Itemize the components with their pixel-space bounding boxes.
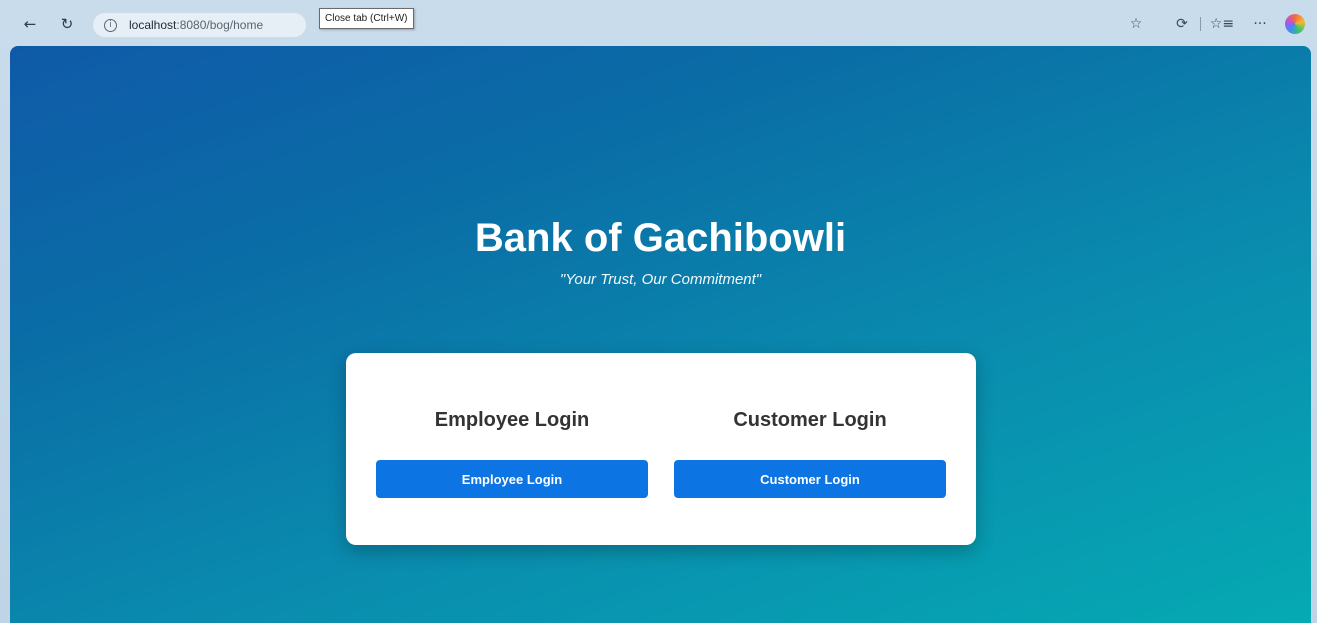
login-card: Employee Login Employee Login Customer L… [346, 353, 976, 545]
back-arrow-icon[interactable]: ← [20, 14, 40, 34]
browser-window: ← ↻ i localhost:8080/bog/home Close tab … [0, 0, 1317, 623]
info-icon[interactable]: i [104, 18, 117, 32]
customer-login-button[interactable]: Customer Login [674, 460, 946, 498]
hero-section: Bank of Gachibowli "Your Trust, Our Comm… [10, 216, 1311, 288]
toolbar-divider [1200, 17, 1201, 31]
customer-login-heading: Customer Login [733, 409, 887, 431]
favorites-icon[interactable]: ☆≡ [1210, 14, 1234, 34]
page-title: Bank of Gachibowli [474, 216, 847, 260]
url-path: :8080/bog/home [176, 18, 264, 32]
more-icon[interactable]: ··· [1250, 14, 1270, 34]
employee-login-heading: Employee Login [434, 409, 590, 431]
star-icon[interactable]: ☆ [1126, 14, 1146, 34]
url-text[interactable]: localhost:8080/bog/home [129, 18, 263, 32]
customer-login-section: Customer Login Customer Login [674, 353, 946, 545]
address-bar[interactable]: i localhost:8080/bog/home [93, 13, 306, 37]
url-host: localhost [129, 18, 177, 32]
employee-login-section: Employee Login Employee Login [376, 353, 648, 545]
copilot-icon[interactable] [1285, 14, 1305, 34]
refresh-icon[interactable]: ↻ [57, 14, 77, 34]
close-tab-tooltip: Close tab (Ctrl+W) [319, 8, 414, 29]
browser-toolbar: ← ↻ i localhost:8080/bog/home Close tab … [0, 0, 1317, 46]
employee-login-button[interactable]: Employee Login [376, 460, 648, 498]
tagline: "Your Trust, Our Commitment" [559, 271, 762, 288]
extensions-icon[interactable]: ⟳ [1172, 14, 1192, 34]
page-viewport: Bank of Gachibowli "Your Trust, Our Comm… [10, 46, 1311, 623]
